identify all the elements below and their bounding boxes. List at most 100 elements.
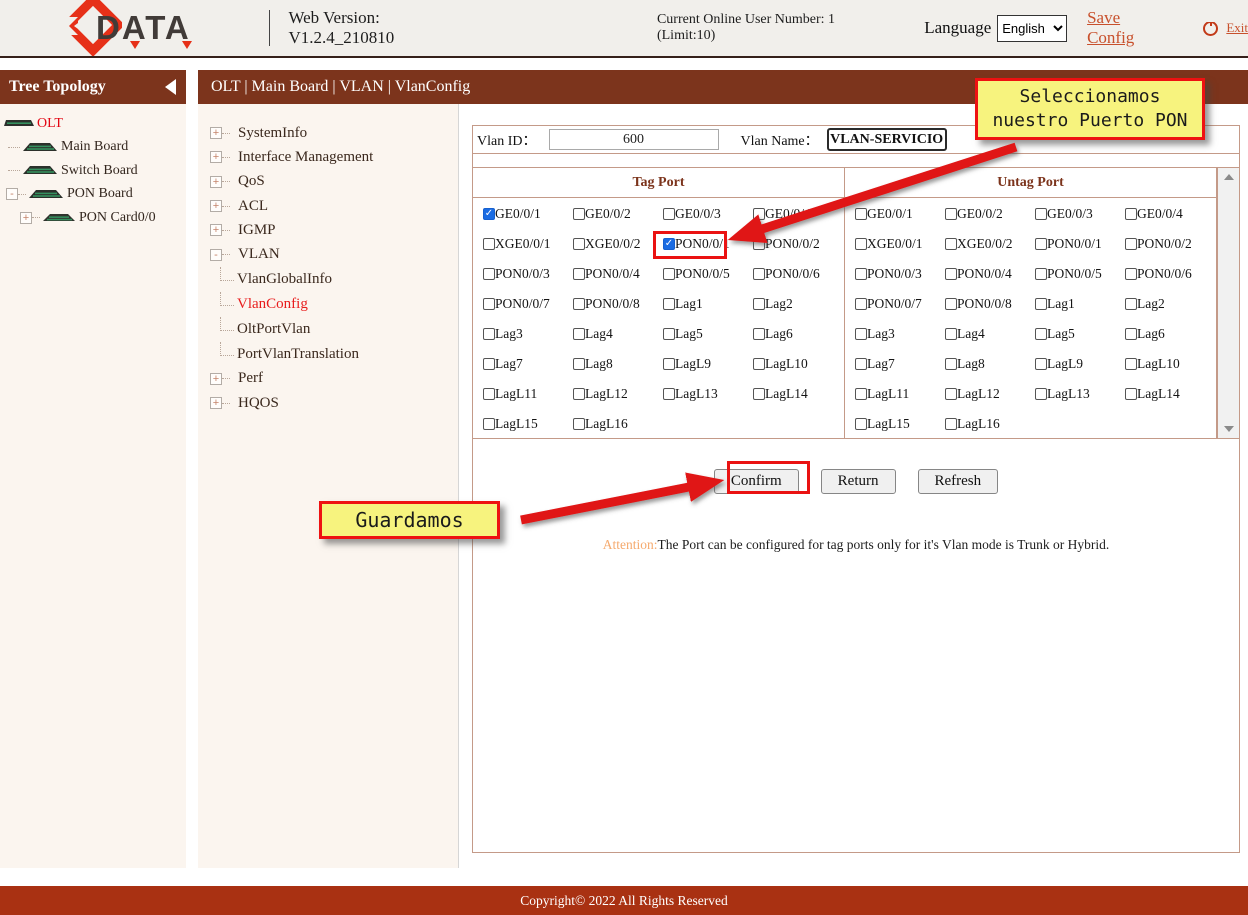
tag-port-pon0-0-5[interactable]: PON0/0/5 [663, 266, 753, 282]
checkbox-icon[interactable] [1035, 298, 1047, 310]
tag-port-lag3[interactable]: Lag3 [483, 326, 573, 342]
untag-port-xge0-0-2[interactable]: XGE0/0/2 [945, 236, 1035, 252]
tag-port-pon0-0-2[interactable]: PON0/0/2 [753, 236, 843, 252]
menu-item-qos[interactable]: +QoS [198, 170, 458, 194]
checkbox-icon[interactable] [573, 208, 585, 220]
tag-port-ge0-0-4[interactable]: GE0/0/4 [753, 206, 843, 222]
tag-port-xge0-0-2[interactable]: XGE0/0/2 [573, 236, 663, 252]
tree-node-pon-board[interactable]: -PON Board [6, 183, 186, 207]
tag-port-lag7[interactable]: Lag7 [483, 356, 573, 372]
checkbox-icon[interactable] [483, 388, 495, 400]
checkbox-icon[interactable] [573, 238, 585, 250]
menu-item-interface-management[interactable]: +Interface Management [198, 145, 458, 169]
checkbox-icon[interactable] [573, 268, 585, 280]
tag-port-pon0-0-7[interactable]: PON0/0/7 [483, 296, 573, 312]
checkbox-icon[interactable] [945, 328, 957, 340]
tag-port-lagl10[interactable]: LagL10 [753, 356, 843, 372]
tree-node-switch-board[interactable]: Switch Board [8, 159, 186, 183]
confirm-button[interactable]: Confirm [714, 469, 799, 494]
tree-node-pon-card0-0[interactable]: +PON Card0/0 [20, 206, 186, 230]
menu-item-hqos[interactable]: +HQOS [198, 391, 458, 415]
tag-port-lagl9[interactable]: LagL9 [663, 356, 753, 372]
untag-port-lagl11[interactable]: LagL11 [855, 386, 945, 402]
tag-port-lag1[interactable]: Lag1 [663, 296, 753, 312]
checkbox-icon[interactable] [483, 418, 495, 430]
checkbox-icon[interactable] [945, 418, 957, 430]
checkbox-icon[interactable] [1125, 298, 1137, 310]
checkbox-icon[interactable] [483, 238, 495, 250]
checkbox-icon[interactable] [855, 358, 867, 370]
checkbox-icon[interactable] [1125, 238, 1137, 250]
menu-subitem-portvlantranslation[interactable]: PortVlanTranslation [198, 342, 458, 367]
menu-item-systeminfo[interactable]: +SystemInfo [198, 121, 458, 145]
refresh-button[interactable]: Refresh [918, 469, 999, 494]
expand-icon[interactable]: + [210, 397, 222, 409]
checkbox-icon[interactable] [483, 298, 495, 310]
checkbox-icon[interactable] [663, 388, 675, 400]
tag-port-lagl16[interactable]: LagL16 [573, 416, 663, 432]
untag-port-pon0-0-1[interactable]: PON0/0/1 [1035, 236, 1125, 252]
untag-port-pon0-0-6[interactable]: PON0/0/6 [1125, 266, 1215, 282]
menu-subitem-oltportvlan[interactable]: OltPortVlan [198, 317, 458, 342]
checkbox-icon[interactable] [855, 328, 867, 340]
checkbox-icon[interactable] [855, 418, 867, 430]
tag-port-ge0-0-3[interactable]: GE0/0/3 [663, 206, 753, 222]
menu-item-acl[interactable]: +ACL [198, 194, 458, 218]
untag-port-pon0-0-5[interactable]: PON0/0/5 [1035, 266, 1125, 282]
tag-port-lagl11[interactable]: LagL11 [483, 386, 573, 402]
checkbox-icon[interactable] [855, 268, 867, 280]
checkbox-icon[interactable] [663, 208, 675, 220]
checkbox-icon[interactable] [1125, 388, 1137, 400]
tag-port-lagl13[interactable]: LagL13 [663, 386, 753, 402]
menu-item-perf[interactable]: +Perf [198, 367, 458, 391]
collapse-icon[interactable]: - [210, 249, 222, 261]
checkbox-icon[interactable] [753, 328, 765, 340]
untag-port-ge0-0-1[interactable]: GE0/0/1 [855, 206, 945, 222]
checkbox-icon[interactable] [1035, 268, 1047, 280]
checkbox-icon[interactable] [483, 328, 495, 340]
checkbox-icon[interactable] [1125, 268, 1137, 280]
untag-port-lagl10[interactable]: LagL10 [1125, 356, 1215, 372]
checkbox-icon[interactable] [573, 358, 585, 370]
tree-node-olt[interactable]: OLT [2, 112, 186, 136]
untag-port-ge0-0-4[interactable]: GE0/0/4 [1125, 206, 1215, 222]
checkbox-icon[interactable] [1035, 238, 1047, 250]
checkbox-icon[interactable] [663, 328, 675, 340]
menu-item-igmp[interactable]: +IGMP [198, 218, 458, 242]
port-table-scrollbar[interactable] [1217, 168, 1239, 438]
expand-icon[interactable]: + [210, 151, 222, 163]
untag-port-lag3[interactable]: Lag3 [855, 326, 945, 342]
untag-port-lag1[interactable]: Lag1 [1035, 296, 1125, 312]
untag-port-xge0-0-1[interactable]: XGE0/0/1 [855, 236, 945, 252]
checkbox-icon[interactable] [753, 208, 765, 220]
checkbox-icon[interactable] [945, 298, 957, 310]
checkbox-icon[interactable] [663, 358, 675, 370]
checkbox-icon[interactable] [945, 268, 957, 280]
save-config-link[interactable]: Save Config [1087, 8, 1171, 48]
tag-port-pon0-0-3[interactable]: PON0/0/3 [483, 266, 573, 282]
expand-icon[interactable]: + [210, 127, 222, 139]
exit-link[interactable]: Exit [1226, 20, 1248, 36]
untag-port-lag4[interactable]: Lag4 [945, 326, 1035, 342]
expand-icon[interactable]: + [210, 200, 222, 212]
checkbox-icon[interactable] [945, 208, 957, 220]
untag-port-pon0-0-7[interactable]: PON0/0/7 [855, 296, 945, 312]
checkbox-icon[interactable] [945, 358, 957, 370]
expand-icon[interactable]: + [210, 176, 222, 188]
collapse-icon[interactable]: - [6, 188, 18, 200]
checkbox-icon[interactable] [1125, 208, 1137, 220]
checkbox-icon[interactable] [483, 268, 495, 280]
untag-port-lag2[interactable]: Lag2 [1125, 296, 1215, 312]
untag-port-pon0-0-2[interactable]: PON0/0/2 [1125, 236, 1215, 252]
checkbox-icon[interactable] [1035, 208, 1047, 220]
checkbox-icon[interactable] [573, 298, 585, 310]
untag-port-pon0-0-3[interactable]: PON0/0/3 [855, 266, 945, 282]
checkbox-icon[interactable] [1035, 388, 1047, 400]
untag-port-lag7[interactable]: Lag7 [855, 356, 945, 372]
checkbox-icon[interactable] [753, 298, 765, 310]
untag-port-pon0-0-4[interactable]: PON0/0/4 [945, 266, 1035, 282]
tree-node-main-board[interactable]: Main Board [8, 136, 186, 160]
checkbox-icon[interactable] [855, 208, 867, 220]
checkbox-icon[interactable] [753, 238, 765, 250]
checkbox-icon[interactable] [1035, 328, 1047, 340]
